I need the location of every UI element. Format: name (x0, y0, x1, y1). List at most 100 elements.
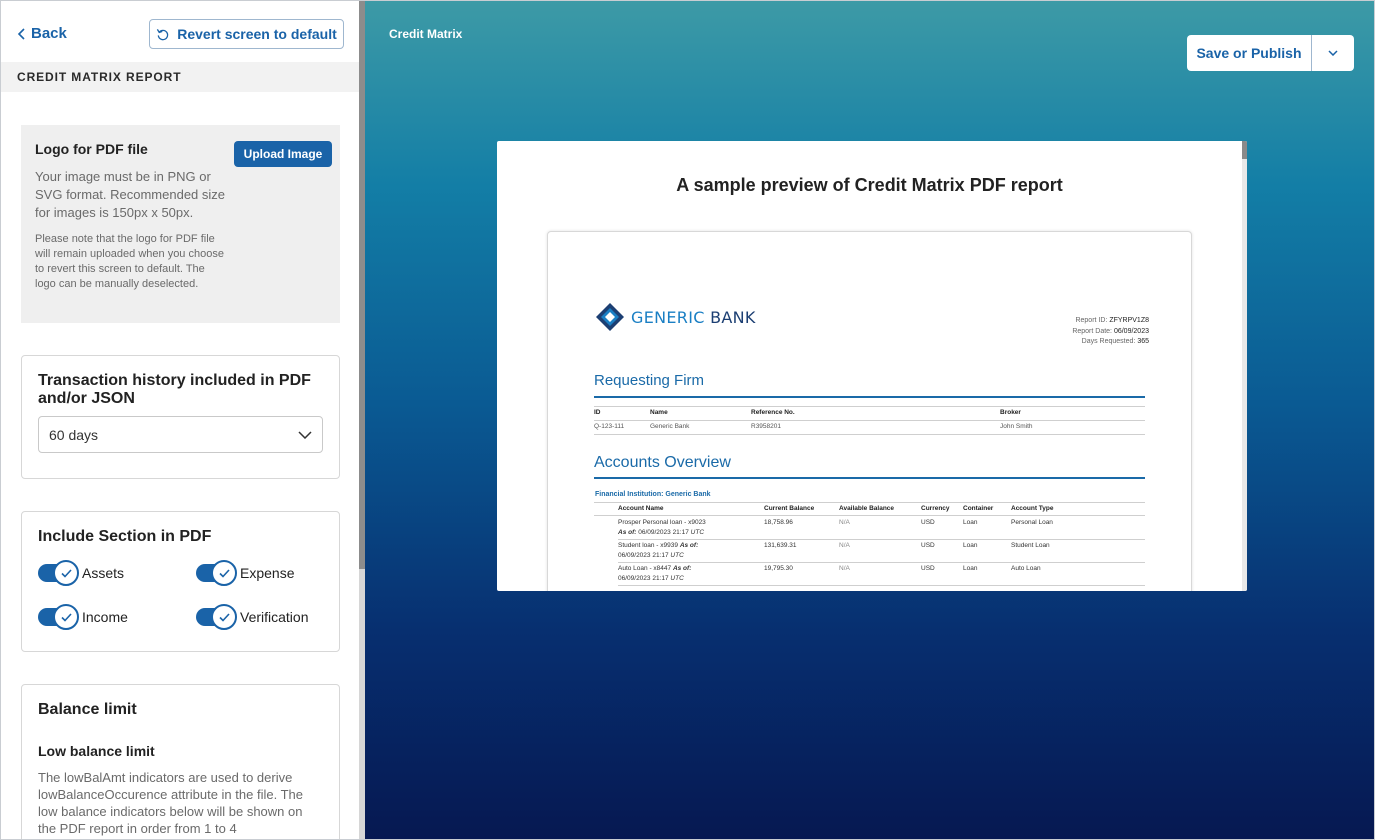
include-section-card: Include Section in PDF Assets Expense In… (21, 511, 340, 652)
toggle-verification[interactable]: Verification (196, 604, 336, 630)
acct-col-type: Account Type (1011, 505, 1054, 512)
acct-col-container: Container (963, 505, 994, 512)
report-date: 06/09/2023 (1113, 327, 1149, 335)
toggle-switch[interactable] (196, 560, 237, 586)
preview-scrollbar[interactable] (1242, 141, 1247, 591)
check-icon (60, 612, 72, 622)
save-publish-button[interactable]: Save or Publish (1187, 35, 1312, 71)
asof-label: As of: (672, 565, 692, 572)
bank-name: GENERIC BANK (631, 308, 756, 327)
balance-limit-card: Balance limit Low balance limit The lowB… (21, 684, 340, 839)
table-rule (618, 585, 1145, 586)
account-currency: USD (921, 542, 935, 549)
toggle-label: Expense (240, 565, 295, 581)
bank-logo: GENERIC BANK (595, 302, 756, 332)
days-requested: 365 (1137, 338, 1149, 345)
report-date-label: Report Date: (1072, 327, 1112, 335)
bank-logo-icon (596, 303, 624, 331)
account-type: Student Loan (1011, 542, 1050, 549)
toggle-switch[interactable] (38, 604, 79, 630)
account-name-text: Prosper Personal loan - x9023 (618, 519, 706, 526)
save-options-dropdown[interactable] (1312, 35, 1354, 71)
include-section-title: Include Section in PDF (38, 528, 212, 545)
account-name: Auto Loan - x8447 As of: 06/09/2023 21:1… (618, 564, 758, 584)
toggle-assets[interactable]: Assets (38, 560, 196, 586)
firm-col-id: ID (594, 409, 601, 416)
account-name: Student loan - x9939 As of: 06/09/2023 2… (618, 541, 758, 561)
table-rule (594, 406, 1145, 407)
days-requested-label: Days Requested: (1081, 338, 1136, 345)
report-id: ZFYRPV1Z8 (1109, 317, 1149, 324)
preview-panel-title: Credit Matrix (389, 27, 463, 41)
save-publish-split-button: Save or Publish (1187, 35, 1354, 71)
heading-rule (594, 477, 1145, 479)
low-balance-subtitle: Low balance limit (38, 743, 155, 759)
logo-note: Please note that the logo for PDF file w… (35, 233, 224, 290)
bank-name-part2: BANK (710, 307, 756, 327)
transaction-history-select[interactable]: 60 days (38, 416, 323, 453)
asof-tz: UTC (670, 575, 684, 582)
account-type: Personal Loan (1011, 519, 1053, 526)
transaction-history-title: Transaction history included in PDF and/… (38, 372, 311, 407)
asof-label: As of: (679, 542, 699, 549)
toggle-switch[interactable] (196, 604, 237, 630)
section-toggles: Assets Expense Income Verification (38, 560, 323, 630)
settings-panel: Back Revert screen to default CREDIT MAT… (1, 1, 360, 839)
chevron-down-icon (1328, 50, 1338, 56)
account-currency: USD (921, 565, 935, 572)
account-container: Loan (963, 519, 978, 526)
asof-date: 06/09/2023 21:17 (618, 552, 669, 559)
asof-date: 06/09/2023 21:17 (638, 529, 689, 536)
back-label: Back (31, 25, 67, 42)
check-icon (218, 612, 230, 622)
account-name-text: Auto Loan - x8447 (618, 565, 672, 572)
account-container: Loan (963, 565, 978, 572)
account-type: Auto Loan (1011, 565, 1041, 572)
account-name: Prosper Personal loan - x9023 As of: 06/… (618, 518, 758, 538)
asof-label: As of: (618, 529, 637, 536)
fi-name: Generic Bank (665, 491, 711, 498)
account-balance: 131,639.31 (764, 542, 797, 549)
transaction-history-card: Transaction history included in PDF and/… (21, 355, 340, 479)
toggle-label: Verification (240, 609, 309, 625)
revert-button[interactable]: Revert screen to default (149, 19, 344, 49)
table-rule (618, 539, 1145, 540)
asof-tz: UTC (670, 552, 684, 559)
firm-ref: R3958201 (751, 423, 781, 430)
account-balance: 18,758.96 (764, 519, 793, 526)
bank-name-part1: GENERIC (631, 307, 705, 327)
table-rule (594, 502, 1145, 503)
account-available: N/A (839, 519, 850, 526)
firm-broker: John Smith (1000, 423, 1033, 430)
section-title: CREDIT MATRIX REPORT (1, 62, 360, 92)
toggle-expense[interactable]: Expense (196, 560, 336, 586)
account-balance: 19,795.30 (764, 565, 793, 572)
toggle-switch[interactable] (38, 560, 79, 586)
preview-title: A sample preview of Credit Matrix PDF re… (676, 175, 1063, 195)
pdf-document: GENERIC BANK Report ID: ZFYRPV1Z8 Report… (547, 231, 1192, 591)
balance-limit-title: Balance limit (38, 701, 137, 718)
report-id-label: Report ID: (1075, 317, 1108, 324)
asof-date: 06/09/2023 21:17 (618, 575, 669, 582)
toggle-income[interactable]: Income (38, 604, 196, 630)
account-container: Loan (963, 542, 978, 549)
chevron-left-icon (17, 27, 25, 40)
balance-description: The lowBalAmt indicators are used to der… (38, 770, 303, 836)
check-icon (218, 568, 230, 578)
preview-panel: Credit Matrix Save or Publish A sample p… (365, 1, 1374, 839)
revert-label: Revert screen to default (177, 26, 337, 42)
acct-col-available: Available Balance (839, 505, 895, 512)
firm-id: Q-123-111 (594, 423, 625, 430)
toggle-label: Assets (82, 565, 125, 581)
account-currency: USD (921, 519, 935, 526)
report-meta: Report ID: ZFYRPV1Z8 Report Date: 06/09/… (1072, 316, 1149, 348)
upload-image-button[interactable]: Upload Image (234, 141, 332, 167)
acct-col-currency: Currency (921, 505, 950, 512)
back-link[interactable]: Back (17, 25, 67, 42)
firm-col-ref: Reference No. (751, 409, 795, 416)
table-rule (594, 434, 1145, 435)
firm-col-broker: Broker (1000, 409, 1021, 416)
select-value: 60 days (49, 426, 99, 443)
table-rule (618, 562, 1145, 563)
financial-institution: Financial Institution: Generic Bank (595, 491, 711, 498)
